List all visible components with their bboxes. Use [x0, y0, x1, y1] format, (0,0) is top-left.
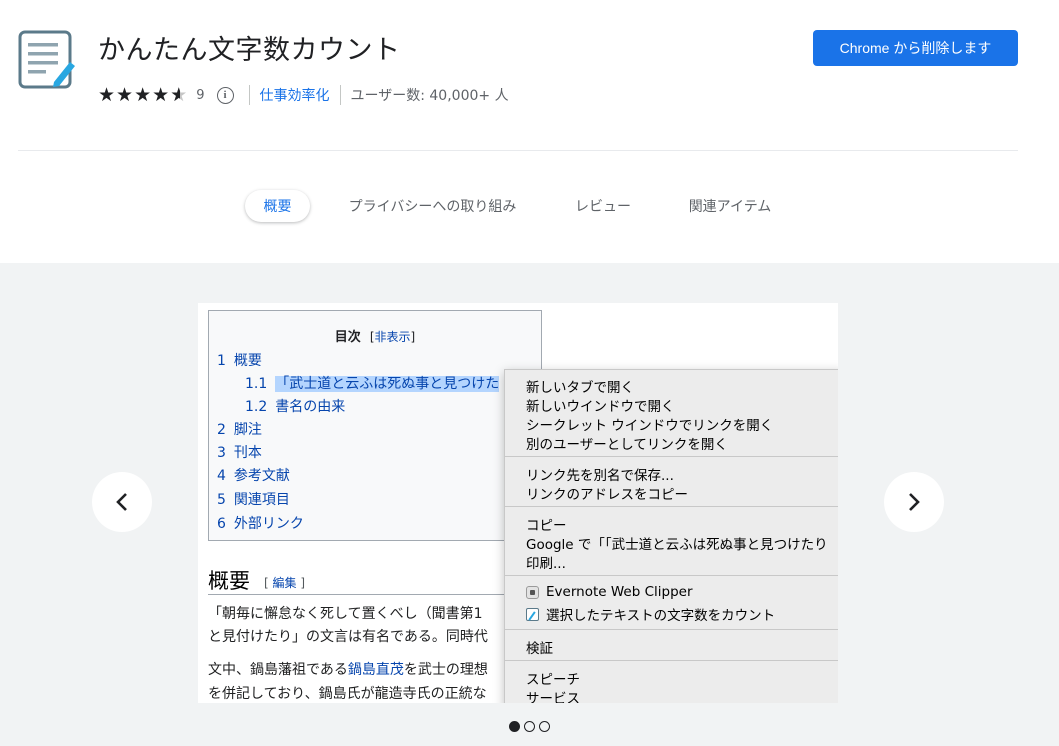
toc-hide-toggle: [非表示] — [370, 330, 415, 344]
menu-item-open-new-window: 新しいウインドウで開く — [526, 399, 675, 415]
tab-reviews[interactable]: レビュー — [563, 190, 643, 222]
toc-hide-link: 非表示 — [374, 330, 411, 344]
menu-separator — [505, 506, 838, 507]
divider — [339, 85, 341, 105]
toc-item-number: 1.2 — [245, 399, 268, 415]
menu-item-open-new-tab: 新しいタブで開く — [526, 380, 634, 396]
toc-item-label: 脚注 — [233, 422, 262, 438]
toc-item: 5 関連項目 — [217, 489, 290, 509]
remove-from-chrome-button[interactable]: Chrome から削除します — [813, 30, 1018, 66]
toc-item-number: 2 — [217, 422, 226, 438]
toc-item: 1.2 書名の由来 — [245, 396, 345, 416]
menu-item-count-characters: 選択したテキストの文字数をカウント — [526, 604, 775, 624]
screenshot-gallery: 目次 [非表示] 1 概要 1.1 「武士道と云ふは死ぬ事と見つけた 1.2 書名の由… — [0, 263, 1059, 746]
menu-item-inspect: 検証 — [526, 641, 553, 657]
menu-item-evernote: Evernote Web Clipper — [526, 584, 693, 600]
toc-item-number: 1.1 — [245, 376, 268, 392]
tab-overview[interactable]: 概要 — [245, 190, 310, 222]
toc-item-number: 4 — [217, 468, 226, 484]
menu-item-google-search: Google で「「武士道と云ふは死ぬ事と見つけたり — [526, 537, 828, 553]
paragraph-line: 文中、鍋島藩祖である鍋島直茂を武士の理想 — [208, 659, 488, 679]
divider — [248, 85, 250, 105]
menu-separator — [505, 575, 838, 576]
header-divider — [18, 150, 1018, 151]
menu-item-open-as-user: 別のユーザーとしてリンクを開く — [526, 437, 728, 453]
menu-item-copy: コピー — [526, 518, 567, 534]
toc-item-number: 1 — [217, 353, 226, 369]
rating-stars[interactable]: ★ ★ ★ ★ ★ — [98, 83, 188, 106]
tab-privacy[interactable]: プライバシーへの取り組み — [340, 190, 525, 222]
toc-item: 4 参考文献 — [217, 465, 290, 485]
menu-separator — [505, 629, 838, 630]
toc-item-label: 「武士道と云ふは死ぬ事と見つけた — [275, 376, 500, 392]
gallery-dot-3[interactable] — [539, 721, 550, 732]
gallery-next-button[interactable] — [884, 472, 944, 532]
gallery-dot-2[interactable] — [524, 721, 535, 732]
toc-item: 1 概要 — [217, 350, 262, 370]
star-full-icon: ★ — [98, 83, 116, 106]
chevron-right-icon — [909, 493, 920, 511]
toc-item-label: 外部リンク — [233, 516, 304, 532]
paragraph-line: と見付けたり」の文言は有名である。同時代 — [208, 629, 488, 645]
menu-item-label: 選択したテキストの文字数をカウント — [546, 608, 776, 624]
toc-heading: 目次 — [334, 330, 361, 345]
section-edit: [ 編集 ] — [264, 574, 305, 591]
tab-related[interactable]: 関連アイテム — [680, 190, 780, 222]
context-menu: 新しいタブで開く 新しいウインドウで開く シークレット ウインドウでリンクを開く… — [504, 369, 838, 703]
char-count-icon — [526, 607, 539, 621]
menu-item-print: 印刷... — [526, 556, 566, 572]
paragraph-link: 鍋島直茂 — [347, 662, 404, 678]
toc-item-number: 6 — [217, 516, 226, 532]
toc-item: 6 外部リンク — [217, 513, 304, 533]
toc-item: 3 刊本 — [217, 442, 262, 462]
toc-item-label: 書名の由来 — [275, 399, 346, 415]
extension-logo-icon — [18, 30, 76, 90]
menu-separator — [505, 456, 838, 457]
screenshot-image: 目次 [非表示] 1 概要 1.1 「武士道と云ふは死ぬ事と見つけた 1.2 書名の由… — [198, 303, 838, 703]
toc-item-selected: 1.1 「武士道と云ふは死ぬ事と見つけた — [245, 373, 500, 393]
star-full-icon: ★ — [134, 83, 152, 106]
category-link[interactable]: 仕事効率化 — [260, 85, 330, 105]
toc-item-label: 刊本 — [233, 445, 262, 461]
toc-item-label: 概要 — [233, 353, 262, 369]
toc-item-label: 関連項目 — [233, 492, 290, 508]
gallery-dot-1[interactable] — [509, 721, 520, 732]
star-half-icon: ★ — [170, 85, 187, 105]
menu-item-save-link: リンク先を別名で保存... — [526, 468, 674, 484]
star-full-icon: ★ — [152, 83, 170, 106]
section-rule — [208, 594, 528, 595]
toc-bracket: ] — [410, 330, 416, 344]
section-heading: 概要 — [208, 569, 250, 593]
edit-link: 編集 — [272, 576, 297, 590]
menu-item-label: Evernote Web Clipper — [546, 584, 693, 600]
toc-item-number: 3 — [217, 445, 226, 461]
rating-count[interactable]: 9 — [196, 88, 204, 103]
star-full-icon: ★ — [116, 83, 134, 106]
toc-box: 目次 [非表示] 1 概要 1.1 「武士道と云ふは死ぬ事と見つけた 1.2 書名の由… — [208, 310, 542, 541]
extension-title: かんたん文字数カウント — [98, 35, 401, 66]
info-icon[interactable]: i — [216, 86, 234, 104]
toc-item-number: 5 — [217, 492, 226, 508]
toc-title: 目次 [非表示] — [209, 326, 541, 345]
paragraph-line: を併記しており、鍋島氏が龍造寺氏の正統な — [208, 686, 487, 702]
menu-separator — [505, 660, 838, 661]
paragraph-text: 文中、鍋島藩祖である — [208, 662, 348, 678]
menu-item-open-incognito: シークレット ウインドウでリンクを開く — [526, 418, 774, 434]
detail-tabs: 概要 プライバシーへの取り組み レビュー 関連アイテム — [0, 190, 1059, 224]
gallery-prev-button[interactable] — [92, 472, 152, 532]
menu-item-copy-link: リンクのアドレスをコピー — [526, 487, 688, 503]
menu-item-services: サービス — [526, 691, 580, 703]
edit-bracket: [ — [264, 576, 273, 590]
extension-meta: ★ ★ ★ ★ ★ 9 i 仕事効率化 ユーザー数: 40,000+ 人 — [98, 84, 509, 106]
toc-item: 2 脚注 — [217, 419, 262, 439]
chevron-left-icon — [116, 493, 127, 511]
edit-bracket: ] — [296, 576, 306, 590]
gallery-pagination — [0, 721, 1059, 732]
toc-item-label: 参考文献 — [233, 468, 290, 484]
menu-item-speech: スピーチ — [526, 672, 580, 688]
paragraph-text: を武士の理想 — [403, 662, 488, 678]
paragraph-line: 「朝毎に懈怠なく死して置くべし（聞書第1 — [208, 606, 483, 622]
user-count: ユーザー数: 40,000+ 人 — [350, 88, 509, 104]
evernote-icon — [526, 585, 539, 599]
